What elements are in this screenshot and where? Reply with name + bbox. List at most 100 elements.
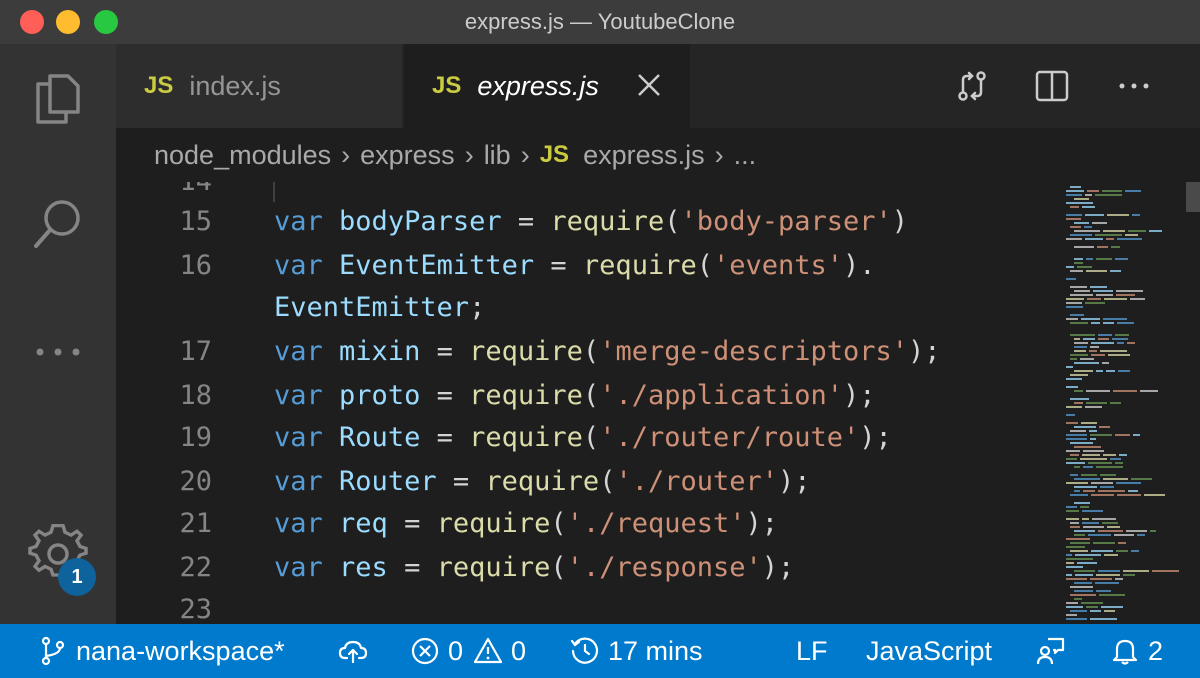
minimap-line	[1090, 434, 1112, 436]
minimap-line	[1074, 390, 1083, 392]
end-of-line-selector[interactable]: LF	[796, 624, 828, 678]
open-changes-icon[interactable]	[954, 68, 990, 104]
line-number: 16	[179, 250, 212, 281]
code-line: 16 var EventEmitter = require('events').	[116, 250, 1056, 294]
minimap-line	[1080, 358, 1094, 360]
minimap-line	[1087, 298, 1101, 300]
minimap-line	[1117, 322, 1134, 324]
branch-indicator[interactable]: nana-workspace*	[38, 624, 285, 678]
line-number: 21	[179, 508, 212, 539]
tab-index-js[interactable]: JS index.js	[116, 44, 402, 128]
minimap-line	[1140, 390, 1158, 392]
minimap-line	[1125, 190, 1141, 192]
search-icon[interactable]	[28, 194, 88, 254]
minimap-line	[1066, 482, 1088, 484]
minimap-line	[1074, 582, 1092, 584]
minimap-line	[1074, 246, 1094, 248]
minimap-line	[1103, 318, 1127, 320]
minimap-line	[1098, 490, 1125, 492]
minimap-line	[1074, 530, 1095, 532]
minimap-line	[1066, 414, 1075, 416]
more-views-icon[interactable]	[28, 322, 88, 382]
minimap-line	[1074, 198, 1089, 200]
time-label: 17 mins	[608, 635, 703, 666]
more-actions-icon[interactable]	[1116, 68, 1152, 104]
minimap-line	[1066, 458, 1077, 460]
publish-button[interactable]	[338, 624, 376, 678]
problems-indicator[interactable]: 0 0	[410, 624, 526, 678]
language-mode-selector[interactable]: JavaScript	[866, 624, 992, 678]
minimap-line	[1086, 402, 1107, 404]
minimap-scroll-slider[interactable]	[1186, 182, 1200, 212]
minimap-line	[1066, 238, 1082, 240]
code-line: 22 var res = require('./response');	[116, 552, 1056, 596]
minimap-line	[1070, 522, 1079, 524]
minimap-line	[1127, 342, 1135, 344]
line-number: 22	[179, 552, 212, 583]
minimap-line	[1081, 318, 1100, 320]
minimap-line	[1083, 450, 1104, 452]
code-editor[interactable]: 14 15 var bodyParser = require('body-par…	[116, 182, 1056, 624]
minimap-line	[1066, 538, 1090, 540]
breadcrumb-item-file[interactable]: express.js	[583, 140, 705, 171]
minimap-line	[1116, 550, 1128, 552]
minimap-line	[1074, 486, 1097, 488]
bell-icon	[1112, 639, 1138, 665]
error-icon	[411, 637, 439, 665]
minimap-line	[1132, 214, 1140, 216]
minimap-line	[1070, 286, 1087, 288]
minimap-line	[1107, 214, 1129, 216]
breadcrumb-more[interactable]: ...	[734, 140, 757, 171]
minimap-line	[1083, 526, 1104, 528]
feedback-button[interactable]	[1036, 624, 1074, 678]
warning-icon	[473, 637, 503, 664]
title-bar: express.js — YoutubeClone	[0, 0, 1200, 44]
line-number: 20	[179, 466, 212, 497]
js-file-icon: JS	[144, 72, 174, 99]
minimap-line	[1066, 218, 1081, 220]
minimap-line	[1133, 434, 1140, 436]
timeline-indicator[interactable]: 17 mins	[570, 624, 703, 678]
minimap-line	[1066, 546, 1085, 548]
minimap-line	[1070, 398, 1089, 400]
notifications-button[interactable]: 2	[1110, 624, 1163, 678]
minimap-line	[1070, 430, 1086, 432]
split-editor-icon[interactable]	[1034, 68, 1070, 104]
minimap-line	[1100, 350, 1127, 352]
code-text: var bodyParser = require('body-parser')	[274, 206, 909, 237]
warning-count: 0	[511, 635, 527, 666]
minimap[interactable]	[1056, 182, 1200, 624]
minimap-line	[1066, 558, 1093, 560]
minimap-line	[1123, 570, 1149, 572]
minimap-line	[1137, 534, 1145, 536]
minimap-line	[1116, 482, 1141, 484]
code-line: 18 var proto = require('./application');	[116, 380, 1056, 424]
minimap-line	[1075, 554, 1101, 556]
minimap-line	[1085, 406, 1102, 408]
minimap-line	[1116, 290, 1143, 292]
minimap-line	[1066, 462, 1085, 464]
minimap-line	[1131, 478, 1152, 480]
code-line-wrapped: EventEmitter;	[116, 292, 1056, 336]
breadcrumb-item-node-modules[interactable]: node_modules	[154, 140, 331, 171]
minimap-line	[1150, 530, 1156, 532]
editor-actions	[940, 44, 1200, 128]
minimap-line	[1102, 522, 1118, 524]
minimap-line	[1095, 234, 1122, 236]
breadcrumb-item-lib[interactable]: lib	[484, 140, 511, 171]
minimap-line	[1066, 266, 1074, 268]
minimap-line	[1066, 578, 1087, 580]
minimap-line	[1087, 190, 1099, 192]
tab-express-js[interactable]: JS express.js	[404, 44, 690, 128]
close-tab-icon[interactable]	[634, 70, 664, 100]
breadcrumb: node_modules › express › lib › JS expres…	[116, 128, 1200, 182]
minimap-line	[1096, 370, 1103, 372]
breadcrumb-item-express[interactable]: express	[360, 140, 455, 171]
explorer-icon[interactable]	[28, 68, 88, 128]
minimap-line	[1093, 290, 1113, 292]
minimap-line	[1074, 402, 1083, 404]
minimap-line	[1066, 202, 1093, 204]
minimap-line	[1090, 610, 1101, 612]
minimap-line	[1104, 554, 1118, 556]
minimap-line	[1074, 490, 1080, 492]
